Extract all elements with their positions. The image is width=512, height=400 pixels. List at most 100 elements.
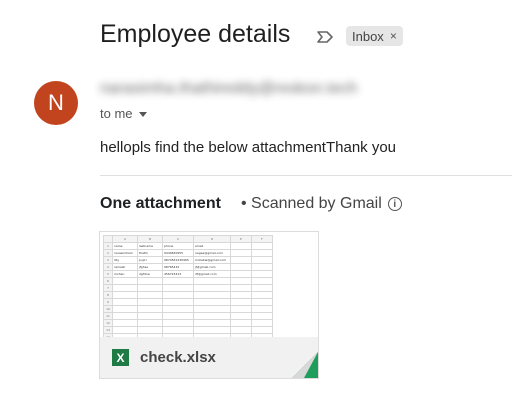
- sheet-cell: [251, 312, 273, 320]
- sheet-cell: [112, 319, 138, 327]
- important-marker-icon[interactable]: [316, 30, 334, 44]
- attachments-heading: One attachment: [100, 195, 221, 212]
- sheet-cell: [193, 277, 231, 285]
- sheet-cell: [137, 312, 163, 320]
- sheet-cell: [193, 319, 231, 327]
- sheet-row: 3 lilly pujiri 9874561230965 lcollabia@gmail…: [103, 256, 273, 264]
- recipient-text: to me: [100, 106, 133, 121]
- attachment-footer: X check.xlsx: [100, 337, 318, 378]
- sheet-cell: [251, 270, 273, 278]
- email-subject: Employee details: [100, 20, 291, 48]
- row-number: 11: [103, 312, 113, 320]
- attachment-card[interactable]: A B C D E F 1 name lastname phone email 2 narasimham…: [99, 231, 319, 379]
- remove-label-icon[interactable]: ×: [390, 29, 397, 43]
- sheet-cell: [137, 284, 163, 292]
- sheet-cell: 9440830955: [162, 249, 194, 257]
- spreadsheet-grid: A B C D E F 1 name lastname phone email 2 narasimham…: [103, 235, 273, 337]
- sheet-row: ABCDEF: [103, 235, 273, 243]
- page-fold-icon: [292, 352, 318, 378]
- attachment-filename: check.xlsx: [140, 349, 216, 366]
- column-header: F: [251, 235, 273, 243]
- sheet-cell: 9874561230965: [162, 256, 194, 264]
- sheet-cell: thathi: [137, 249, 163, 257]
- message-body: hellopls find the below attachmentThank …: [100, 139, 397, 156]
- sender-address[interactable]: narasimha.thathireddy@reskon.tech: [100, 80, 357, 98]
- sheet-cell: [230, 312, 252, 320]
- sheet-cell: [251, 326, 273, 334]
- dropdown-caret-icon[interactable]: [138, 112, 147, 117]
- sheet-cell: [230, 263, 252, 271]
- sheet-cell: nagaa@gmail.com: [193, 249, 231, 257]
- inbox-label-chip: Inbox ×: [346, 26, 403, 46]
- sheet-cell: [112, 305, 138, 313]
- sheet-cell: [251, 298, 273, 306]
- sheet-cell: email: [193, 242, 231, 250]
- sheet-row: 12: [103, 319, 273, 327]
- sheet-cell: [251, 291, 273, 299]
- sheet-cell: [251, 319, 273, 327]
- column-header: D: [193, 235, 231, 243]
- sheet-cell: [137, 319, 163, 327]
- sheet-row: 5 mohan dgfrtve 456723413 df@gmail.com: [103, 270, 273, 278]
- sheet-cell: [230, 249, 252, 257]
- sheet-cell: [112, 326, 138, 334]
- sheet-cell: [230, 319, 252, 327]
- sheet-cell: phone: [162, 242, 194, 250]
- sheet-cell: jf@gmail.com: [193, 263, 231, 271]
- row-number: 12: [103, 319, 113, 327]
- sheet-cell: [162, 326, 194, 334]
- sheet-cell: [162, 305, 194, 313]
- sheet-cell: [112, 298, 138, 306]
- row-number: 3: [103, 256, 113, 264]
- sheet-cell: [251, 249, 273, 257]
- sheet-cell: [193, 298, 231, 306]
- sheet-cell: [137, 305, 163, 313]
- row-number: [103, 235, 113, 243]
- column-header: C: [162, 235, 194, 243]
- row-number: 6: [103, 277, 113, 285]
- sheet-row: 6: [103, 277, 273, 285]
- sheet-cell: [251, 284, 273, 292]
- sheet-row: 8: [103, 291, 273, 299]
- sheet-row: 7: [103, 284, 273, 292]
- column-header: E: [230, 235, 252, 243]
- sheet-row: 4 ramesh jfghse 98765432 jf@gmail.com: [103, 263, 273, 271]
- sheet-cell: 456723413: [162, 270, 194, 278]
- row-number: 7: [103, 284, 113, 292]
- column-header: B: [137, 235, 163, 243]
- sheet-cell: pujiri: [137, 256, 163, 264]
- sheet-cell: jfghse: [137, 263, 163, 271]
- info-icon[interactable]: i: [387, 197, 402, 211]
- sheet-cell: [112, 284, 138, 292]
- sheet-cell: name: [112, 242, 138, 250]
- column-header: A: [112, 235, 138, 243]
- sheet-row: 10: [103, 305, 273, 313]
- divider: [100, 175, 512, 176]
- sheet-row: 1 name lastname phone email: [103, 242, 273, 250]
- sheet-cell: [230, 242, 252, 250]
- sheet-cell: ramesh: [112, 263, 138, 271]
- sheet-cell: [162, 291, 194, 299]
- sheet-cell: [162, 298, 194, 306]
- row-number: 4: [103, 263, 113, 271]
- sheet-cell: [112, 312, 138, 320]
- sheet-cell: 98765432: [162, 263, 194, 271]
- sheet-cell: [193, 326, 231, 334]
- recipient-details[interactable]: to me: [100, 106, 147, 121]
- sheet-cell: [137, 326, 163, 334]
- avatar[interactable]: N: [34, 81, 78, 125]
- excel-file-icon: X: [112, 349, 129, 366]
- sheet-cell: df@gmail.com: [193, 270, 231, 278]
- sheet-cell: [251, 242, 273, 250]
- label-text: Inbox: [352, 28, 384, 44]
- row-number: 10: [103, 305, 113, 313]
- sheet-cell: [137, 291, 163, 299]
- sheet-cell: [251, 305, 273, 313]
- sheet-cell: dgfrtve: [137, 270, 163, 278]
- row-number: 1: [103, 242, 113, 250]
- sheet-cell: lilly: [112, 256, 138, 264]
- sheet-cell: [112, 291, 138, 299]
- row-number: 13: [103, 326, 113, 334]
- sheet-row: 13: [103, 326, 273, 334]
- sheet-cell: [162, 277, 194, 285]
